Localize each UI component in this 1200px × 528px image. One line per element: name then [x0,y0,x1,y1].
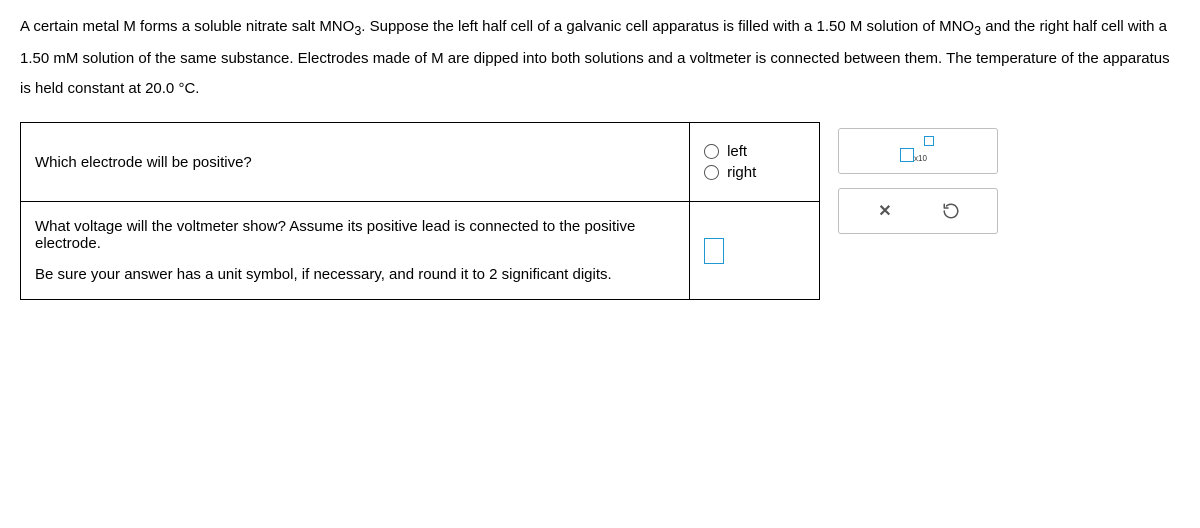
reset-icon [942,202,960,220]
sci-notation-button[interactable]: x10 [900,138,936,164]
question-table: Which electrode will be positive? left r… [20,122,820,300]
side-panel: x10 ✕ [838,128,998,234]
radio-left-label: left [727,143,747,160]
radio-left[interactable]: left [704,143,805,160]
q2-prompt-cell: What voltage will the voltmeter show? As… [21,202,690,300]
text: forms a soluble nitrate salt [136,18,319,35]
text: . Suppose the left half cell of a galvan… [361,18,816,35]
q2-prompt-b: Be sure your answer has a unit symbol, i… [35,266,675,283]
text: . [195,80,199,97]
formula-mno3: MNO3 [939,18,981,35]
radio-icon [704,165,719,180]
var-M: M [123,18,136,35]
text: solution of the same substance. Electrod… [78,50,431,67]
q1-prompt: Which electrode will be positive? [35,154,252,171]
x10-label: x10 [914,154,927,163]
text: solution of [862,18,939,35]
clear-button[interactable]: ✕ [872,198,898,224]
q2-answer-cell [690,202,820,300]
x-icon: ✕ [878,201,891,221]
q1-prompt-cell: Which electrode will be positive? [21,123,690,202]
box-icon [900,148,914,162]
conc1: 1.50 M [817,18,863,35]
q1-answer-cell: left right [690,123,820,202]
problem-statement: A certain metal M forms a soluble nitrat… [20,12,1180,104]
radio-right[interactable]: right [704,164,805,181]
sci-notation-panel: x10 [838,128,998,174]
radio-right-label: right [727,164,756,181]
var-M: M [431,50,444,67]
box-icon [924,136,934,146]
radio-icon [704,144,719,159]
text: A certain metal [20,18,123,35]
voltage-input[interactable] [704,238,724,264]
formula-mno3: MNO3 [319,18,361,35]
action-panel: ✕ [838,188,998,234]
reset-button[interactable] [938,198,964,224]
text: and the right half cell with a [981,18,1167,35]
conc2: 1.50 mM [20,50,78,67]
temperature: 20.0 °C [145,80,195,97]
q2-prompt-a: What voltage will the voltmeter show? As… [35,218,675,252]
